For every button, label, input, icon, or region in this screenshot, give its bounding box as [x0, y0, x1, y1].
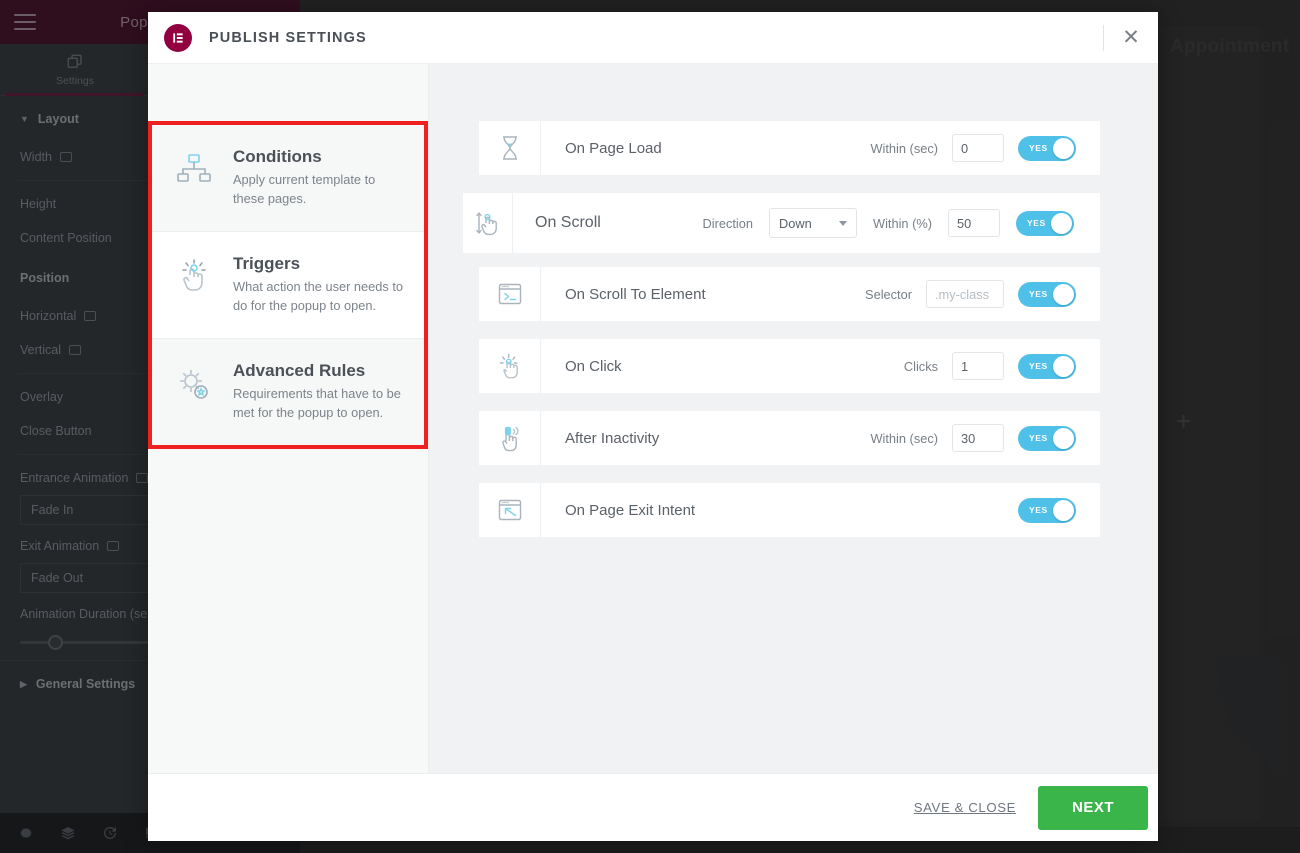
idle-hand-icon — [479, 411, 541, 465]
input-on-scroll-to-element-selector[interactable] — [926, 280, 1004, 308]
trigger-row-on-page-exit-intent[interactable]: On Page Exit Intent YES — [479, 483, 1100, 537]
sidebar-item-advanced-rules[interactable]: Advanced Rules Requirements that have to… — [152, 338, 424, 445]
input-after-inactivity-within[interactable] — [952, 424, 1004, 452]
sidebar-item-advanced-rules-title: Advanced Rules — [233, 360, 366, 380]
modal-sidebar: Conditions Apply current template to the… — [148, 64, 429, 773]
toggle-on-scroll-to-element[interactable]: YES — [1018, 281, 1076, 307]
toggle-knob — [1053, 499, 1074, 521]
toggle-on-scroll[interactable]: YES — [1016, 210, 1074, 236]
toggle-knob — [1051, 212, 1072, 234]
toggle-on-page-load[interactable]: YES — [1018, 135, 1076, 161]
terminal-window-icon — [479, 267, 541, 321]
toggle-label: YES — [1027, 218, 1046, 228]
sidebar-item-triggers[interactable]: Triggers What action the user needs to d… — [152, 231, 424, 339]
trigger-field-on-scroll: Direction Down Within (%) YES — [702, 208, 1100, 238]
sidebar-item-conditions[interactable]: Conditions Apply current template to the… — [152, 125, 424, 232]
trigger-field-on-page-load: Within (sec) YES — [870, 134, 1100, 162]
trigger-field-after-inactivity: Within (sec) YES — [870, 424, 1100, 452]
click-hand-icon — [174, 254, 216, 302]
toggle-knob — [1053, 137, 1074, 159]
sidebar-item-triggers-title: Triggers — [233, 253, 301, 273]
select-on-scroll-direction-value: Down — [778, 215, 812, 231]
exit-intent-icon — [479, 483, 541, 537]
toggle-knob — [1053, 427, 1074, 449]
sidebar-highlight-group: Conditions Apply current template to the… — [148, 121, 428, 449]
page-title: PUBLISH SETTINGS — [209, 29, 367, 46]
next-button[interactable]: NEXT — [1038, 785, 1148, 830]
toggle-after-inactivity[interactable]: YES — [1018, 425, 1076, 451]
save-and-close-button[interactable]: SAVE & CLOSE — [914, 800, 1016, 815]
toggle-label: YES — [1029, 433, 1048, 443]
trigger-label-after-inactivity: After Inactivity — [565, 429, 660, 447]
chevron-down-icon — [838, 220, 847, 226]
scroll-hand-icon — [463, 193, 513, 253]
sidebar-item-conditions-text: Conditions Apply current template to the… — [233, 147, 406, 209]
trigger-label-on-scroll-to-element: On Scroll To Element — [565, 285, 706, 303]
sidebar-item-conditions-desc: Apply current template to these pages. — [233, 172, 376, 206]
field-label-clicks: Clicks — [903, 358, 938, 374]
hourglass-icon — [479, 121, 541, 175]
trigger-row-on-click[interactable]: On Click Clicks YES — [479, 339, 1100, 393]
trigger-label-on-click: On Click — [565, 357, 622, 375]
toggle-label: YES — [1029, 289, 1048, 299]
elementor-logo-icon — [164, 23, 192, 52]
input-on-click-clicks[interactable] — [952, 352, 1004, 380]
trigger-row-after-inactivity[interactable]: After Inactivity Within (sec) YES — [479, 411, 1100, 465]
trigger-field-on-click: Clicks YES — [904, 352, 1100, 380]
field-label-within-pct: Within (%) — [872, 215, 932, 231]
toggle-on-click[interactable]: YES — [1018, 353, 1076, 379]
sitemap-icon — [174, 147, 216, 195]
sidebar-item-conditions-title: Conditions — [233, 147, 322, 166]
sidebar-item-triggers-desc: What action the user needs to do for the… — [233, 278, 404, 313]
toggle-knob — [1053, 283, 1074, 305]
click-burst-icon — [479, 339, 541, 393]
trigger-label-on-page-load: On Page Load — [565, 139, 662, 157]
publish-settings-modal: PUBLISH SETTINGS ✕ Conditions Apply curr… — [148, 12, 1158, 841]
trigger-label-on-scroll: On Scroll — [535, 214, 601, 231]
toggle-knob — [1053, 355, 1074, 377]
toggle-label: YES — [1029, 143, 1048, 153]
toggle-label: YES — [1029, 361, 1048, 371]
trigger-row-on-scroll-to-element[interactable]: On Scroll To Element Selector YES — [479, 267, 1100, 321]
sidebar-item-advanced-rules-text: Advanced Rules Requirements that have to… — [233, 361, 406, 423]
toggle-label: YES — [1029, 505, 1048, 515]
sidebar-item-triggers-text: Triggers What action the user needs to d… — [233, 254, 406, 316]
trigger-field-on-scroll-to-element: Selector YES — [865, 280, 1100, 308]
trigger-label-on-page-exit-intent: On Page Exit Intent — [565, 501, 696, 519]
trigger-row-on-page-load[interactable]: On Page Load Within (sec) YES — [479, 121, 1100, 175]
field-label-direction: Direction — [702, 215, 753, 231]
modal-header: PUBLISH SETTINGS ✕ — [148, 12, 1158, 64]
modal-header-right: ✕ — [1103, 12, 1158, 63]
triggers-list: On Page Load Within (sec) YES — [429, 64, 1158, 773]
modal-body: Conditions Apply current template to the… — [148, 64, 1158, 773]
field-label-within-sec: Within (sec) — [870, 430, 938, 446]
field-label-within-sec: Within (sec) — [870, 140, 938, 156]
input-on-scroll-within[interactable] — [948, 209, 1000, 237]
select-on-scroll-direction[interactable]: Down — [768, 208, 857, 238]
input-on-page-load-within[interactable] — [952, 134, 1004, 162]
sidebar-item-advanced-rules-desc: Requirements that have to be met for the… — [233, 385, 401, 420]
gears-star-icon — [174, 361, 216, 409]
trigger-row-on-scroll[interactable]: On Scroll Direction Down Within (%) YES — [463, 193, 1100, 253]
field-label-selector: Selector — [865, 286, 912, 302]
toggle-on-page-exit-intent[interactable]: YES — [1018, 497, 1076, 523]
modal-footer: SAVE & CLOSE NEXT — [148, 773, 1158, 841]
trigger-field-on-page-exit-intent: YES — [1018, 497, 1100, 523]
close-icon[interactable]: ✕ — [1104, 12, 1158, 63]
